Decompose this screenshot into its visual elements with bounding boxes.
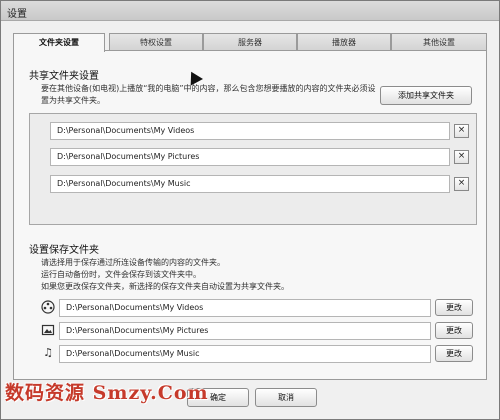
tab-player[interactable]: 播放器 — [297, 33, 391, 51]
film-reel-icon — [41, 300, 55, 314]
change-videos-folder-button[interactable]: 更改 — [435, 299, 473, 316]
add-shared-folder-button[interactable]: 添加共享文件夹 — [380, 86, 472, 105]
window-title: 设置 — [7, 9, 27, 20]
remove-folder-pictures-button[interactable]: × — [454, 150, 469, 164]
save-folder-heading: 设置保存文件夹 — [29, 245, 99, 256]
shared-folders-description: 要在其他设备(如电视)上播放“我的电脑”中的内容，那么包含您想要播放的内容的文件… — [41, 84, 376, 105]
save-folder-description-line-3: 如果您更改保存文件夹，新选择的保存文件夹自动设置为共享文件夹。 — [41, 282, 289, 291]
tab-server[interactable]: 服务器 — [203, 33, 297, 51]
save-folder-path-pictures[interactable]: D:\Personal\Documents\My Pictures — [59, 322, 431, 340]
tab-other-settings[interactable]: 其他设置 — [391, 33, 487, 51]
tab-bar: 文件夹设置 特权设置 服务器 播放器 其他设置 — [13, 33, 487, 52]
shared-folder-list: D:\Personal\Documents\My Videos × D:\Per… — [29, 113, 477, 225]
tab-privileges[interactable]: 特权设置 — [109, 33, 203, 51]
tab-folder-settings[interactable]: 文件夹设置 — [13, 33, 105, 52]
change-music-folder-button[interactable]: 更改 — [435, 345, 473, 362]
save-folder-path-music[interactable]: D:\Personal\Documents\My Music — [59, 345, 431, 363]
save-folder-description: 请选择用于保存通过所连设备传输的内容的文件夹。 运行自动备份时，文件会保存到该文… — [41, 257, 461, 293]
shared-folder-path-pictures[interactable]: D:\Personal\Documents\My Pictures — [50, 148, 450, 166]
remove-folder-music-button[interactable]: × — [454, 177, 469, 191]
shared-folder-path-videos[interactable]: D:\Personal\Documents\My Videos — [50, 122, 450, 140]
cancel-button[interactable]: 取消 — [255, 388, 317, 407]
music-note-icon: ♫ — [43, 346, 53, 359]
shared-folders-heading: 共享文件夹设置 — [29, 71, 99, 82]
save-folder-description-line-1: 请选择用于保存通过所连设备传输的内容的文件夹。 — [41, 258, 225, 267]
shared-folder-path-music[interactable]: D:\Personal\Documents\My Music — [50, 175, 450, 193]
save-folder-description-line-2: 运行自动备份时，文件会保存到该文件夹中。 — [41, 270, 201, 279]
settings-window: 设置 文件夹设置 特权设置 服务器 播放器 其他设置 共享文件夹设置 要在其他设… — [0, 0, 500, 420]
remove-folder-videos-button[interactable]: × — [454, 124, 469, 138]
change-pictures-folder-button[interactable]: 更改 — [435, 322, 473, 339]
site-watermark: 数码资源 Smzy.Com — [5, 382, 209, 404]
title-bar[interactable]: 设置 — [1, 1, 499, 21]
save-folder-path-videos[interactable]: D:\Personal\Documents\My Videos — [59, 299, 431, 317]
picture-icon — [41, 323, 55, 337]
